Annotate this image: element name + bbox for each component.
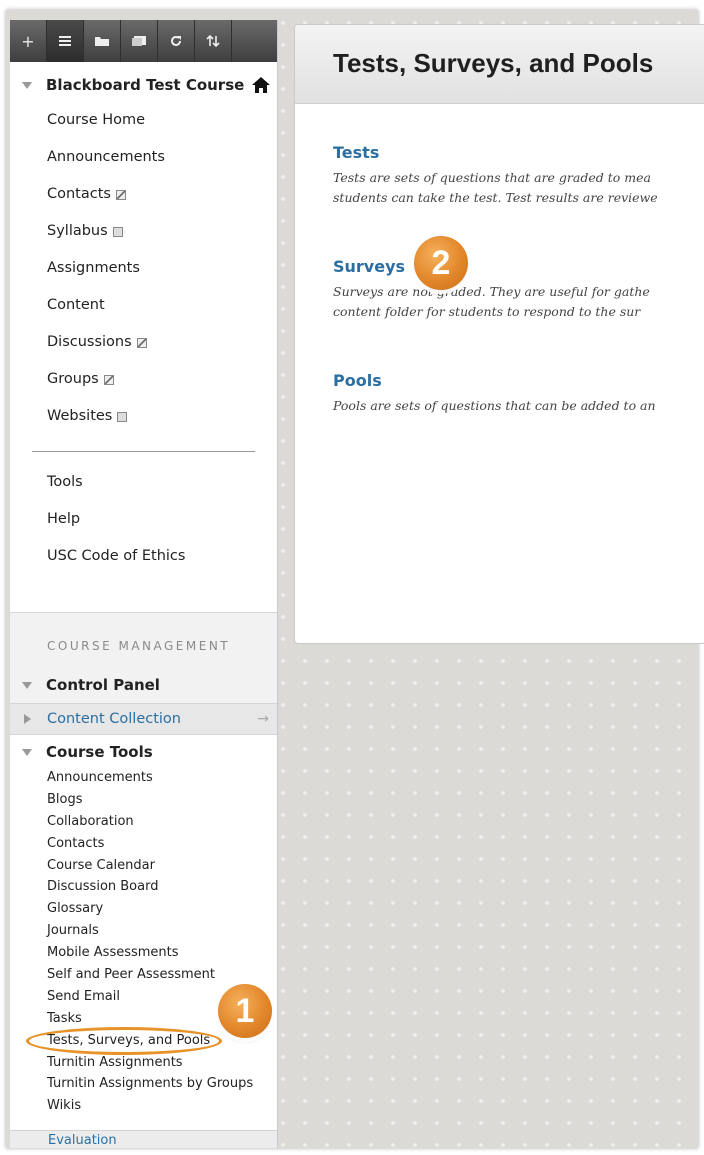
new-window-button[interactable] xyxy=(121,20,158,62)
menu-item-label: Announcements xyxy=(47,149,165,165)
tests-description-line: Tests are sets of questions that are gra… xyxy=(333,170,651,185)
pools-description-line: Pools are sets of questions that can be … xyxy=(333,398,656,413)
content-panel: Tests, Surveys, and Pools Tests Tests ar… xyxy=(294,24,704,644)
highlight-oval xyxy=(26,1027,222,1055)
pools-section: Pools Pools are sets of questions that c… xyxy=(333,371,656,416)
course-tool-item[interactable]: Course Calendar xyxy=(10,855,277,877)
menu-item-label: Content xyxy=(47,297,105,313)
folder-view-button[interactable] xyxy=(84,20,121,62)
menu-item-contacts[interactable]: Contacts xyxy=(10,176,277,213)
course-tool-item[interactable]: Turnitin Assignments xyxy=(10,1052,277,1074)
menu-item-label: Course Home xyxy=(47,112,146,128)
hidden-slash-icon xyxy=(103,374,114,385)
sort-icon xyxy=(206,34,220,48)
course-title[interactable]: Blackboard Test Course xyxy=(46,76,251,94)
menu-item-announcements[interactable]: Announcements xyxy=(10,139,277,176)
surveys-description-line: content folder for students to respond t… xyxy=(333,304,641,319)
hidden-slash-icon xyxy=(136,337,147,348)
course-tool-item[interactable]: Collaboration xyxy=(10,811,277,833)
tests-link[interactable]: Tests xyxy=(333,143,658,162)
surveys-description-line: Surveys are not graded. They are useful … xyxy=(333,284,650,299)
course-tool-item[interactable]: Turnitin Assignments by Groups xyxy=(10,1073,277,1095)
course-tools-block: Course Tools Announcements Blogs Collabora… xyxy=(10,735,277,1134)
home-icon[interactable] xyxy=(251,76,271,94)
menu-item-label: Help xyxy=(47,511,81,527)
menu-item-websites[interactable]: Websites xyxy=(10,398,277,435)
surveys-link[interactable]: Surveys xyxy=(333,257,650,276)
course-menu-sidebar: + Blackboard Test Course Course Home Ann… xyxy=(10,20,278,1148)
menu-item-content[interactable]: Content xyxy=(10,287,277,324)
pools-link[interactable]: Pools xyxy=(333,371,656,390)
add-menu-item-button[interactable]: + xyxy=(10,20,47,62)
list-view-button[interactable] xyxy=(47,20,84,62)
evaluation-link[interactable]: Evaluation xyxy=(48,1133,117,1148)
expand-triangle-icon[interactable] xyxy=(24,714,31,724)
course-menu-toolbar: + xyxy=(10,20,277,62)
menu-item-label: USC Code of Ethics xyxy=(47,548,186,564)
course-menu-list: Course Home Announcements Contacts Sylla… xyxy=(10,102,277,435)
course-management-panel: COURSE MANAGEMENT Control Panel Content … xyxy=(10,612,277,1148)
course-tools-header[interactable]: Course Tools xyxy=(10,735,277,767)
course-tools-list: Announcements Blogs Collaboration Contacts C… xyxy=(10,767,277,1117)
course-tool-item[interactable]: Wikis xyxy=(10,1095,277,1117)
content-collection-row[interactable]: Content Collection → xyxy=(10,703,277,735)
control-panel-header[interactable]: Control Panel xyxy=(10,657,277,697)
menu-item-label: Contacts xyxy=(47,186,111,202)
course-tool-item[interactable]: Mobile Assessments xyxy=(10,942,277,964)
menu-item-discussions[interactable]: Discussions xyxy=(10,324,277,361)
refresh-icon xyxy=(171,35,181,46)
course-menu-list-secondary: Tools Help USC Code of Ethics xyxy=(10,464,277,575)
page-title: Tests, Surveys, and Pools xyxy=(333,48,654,78)
surveys-section: Surveys Surveys are not graded. They are… xyxy=(333,257,650,322)
menu-item-tools[interactable]: Tools xyxy=(10,464,277,501)
step-1-badge: 1 xyxy=(218,984,272,1038)
folder-icon xyxy=(95,37,109,46)
menu-item-label: Websites xyxy=(47,408,113,424)
tests-section: Tests Tests are sets of questions that a… xyxy=(333,143,658,208)
window-icon xyxy=(132,36,146,46)
menu-item-syllabus[interactable]: Syllabus xyxy=(10,213,277,250)
menu-item-course-home[interactable]: Course Home xyxy=(10,102,277,139)
course-tool-item[interactable]: Self and Peer Assessment xyxy=(10,964,277,986)
menu-item-label: Tools xyxy=(47,474,83,490)
course-tool-item[interactable]: Contacts xyxy=(10,833,277,855)
empty-box-icon xyxy=(112,226,123,237)
course-management-heading: COURSE MANAGEMENT xyxy=(47,639,231,653)
control-panel-title[interactable]: Control Panel xyxy=(46,676,160,694)
menu-divider xyxy=(32,451,255,452)
empty-box-icon xyxy=(117,411,128,422)
menu-item-label: Discussions xyxy=(47,334,132,350)
collapse-triangle-icon[interactable] xyxy=(22,81,32,89)
course-tool-item[interactable]: Glossary xyxy=(10,898,277,920)
evaluation-row[interactable]: Evaluation xyxy=(10,1130,277,1148)
menu-item-code-of-ethics[interactable]: USC Code of Ethics xyxy=(10,538,277,575)
hidden-slash-icon xyxy=(115,189,126,200)
course-header[interactable]: Blackboard Test Course xyxy=(10,62,277,102)
step-2-badge: 2 xyxy=(414,236,468,290)
menu-item-groups[interactable]: Groups xyxy=(10,361,277,398)
menu-item-label: Assignments xyxy=(47,260,140,276)
menu-item-label: Syllabus xyxy=(47,223,108,239)
menu-item-assignments[interactable]: Assignments xyxy=(10,250,277,287)
reorder-button[interactable] xyxy=(195,20,232,62)
course-tools-title[interactable]: Course Tools xyxy=(46,743,153,761)
course-tool-item[interactable]: Announcements xyxy=(10,767,277,789)
arrow-right-icon: → xyxy=(257,711,269,727)
collapse-triangle-icon[interactable] xyxy=(22,748,32,756)
menu-item-label: Groups xyxy=(47,371,99,387)
plus-icon: + xyxy=(21,31,35,51)
content-collection-link[interactable]: Content Collection xyxy=(47,711,257,727)
list-icon xyxy=(59,36,71,46)
menu-item-help[interactable]: Help xyxy=(10,501,277,538)
course-tool-item[interactable]: Blogs xyxy=(10,789,277,811)
tests-description-line: students can take the test. Test results… xyxy=(333,190,658,205)
course-tool-item[interactable]: Journals xyxy=(10,920,277,942)
refresh-button[interactable] xyxy=(158,20,195,62)
course-tool-item[interactable]: Discussion Board xyxy=(10,876,277,898)
collapse-triangle-icon[interactable] xyxy=(22,681,32,689)
